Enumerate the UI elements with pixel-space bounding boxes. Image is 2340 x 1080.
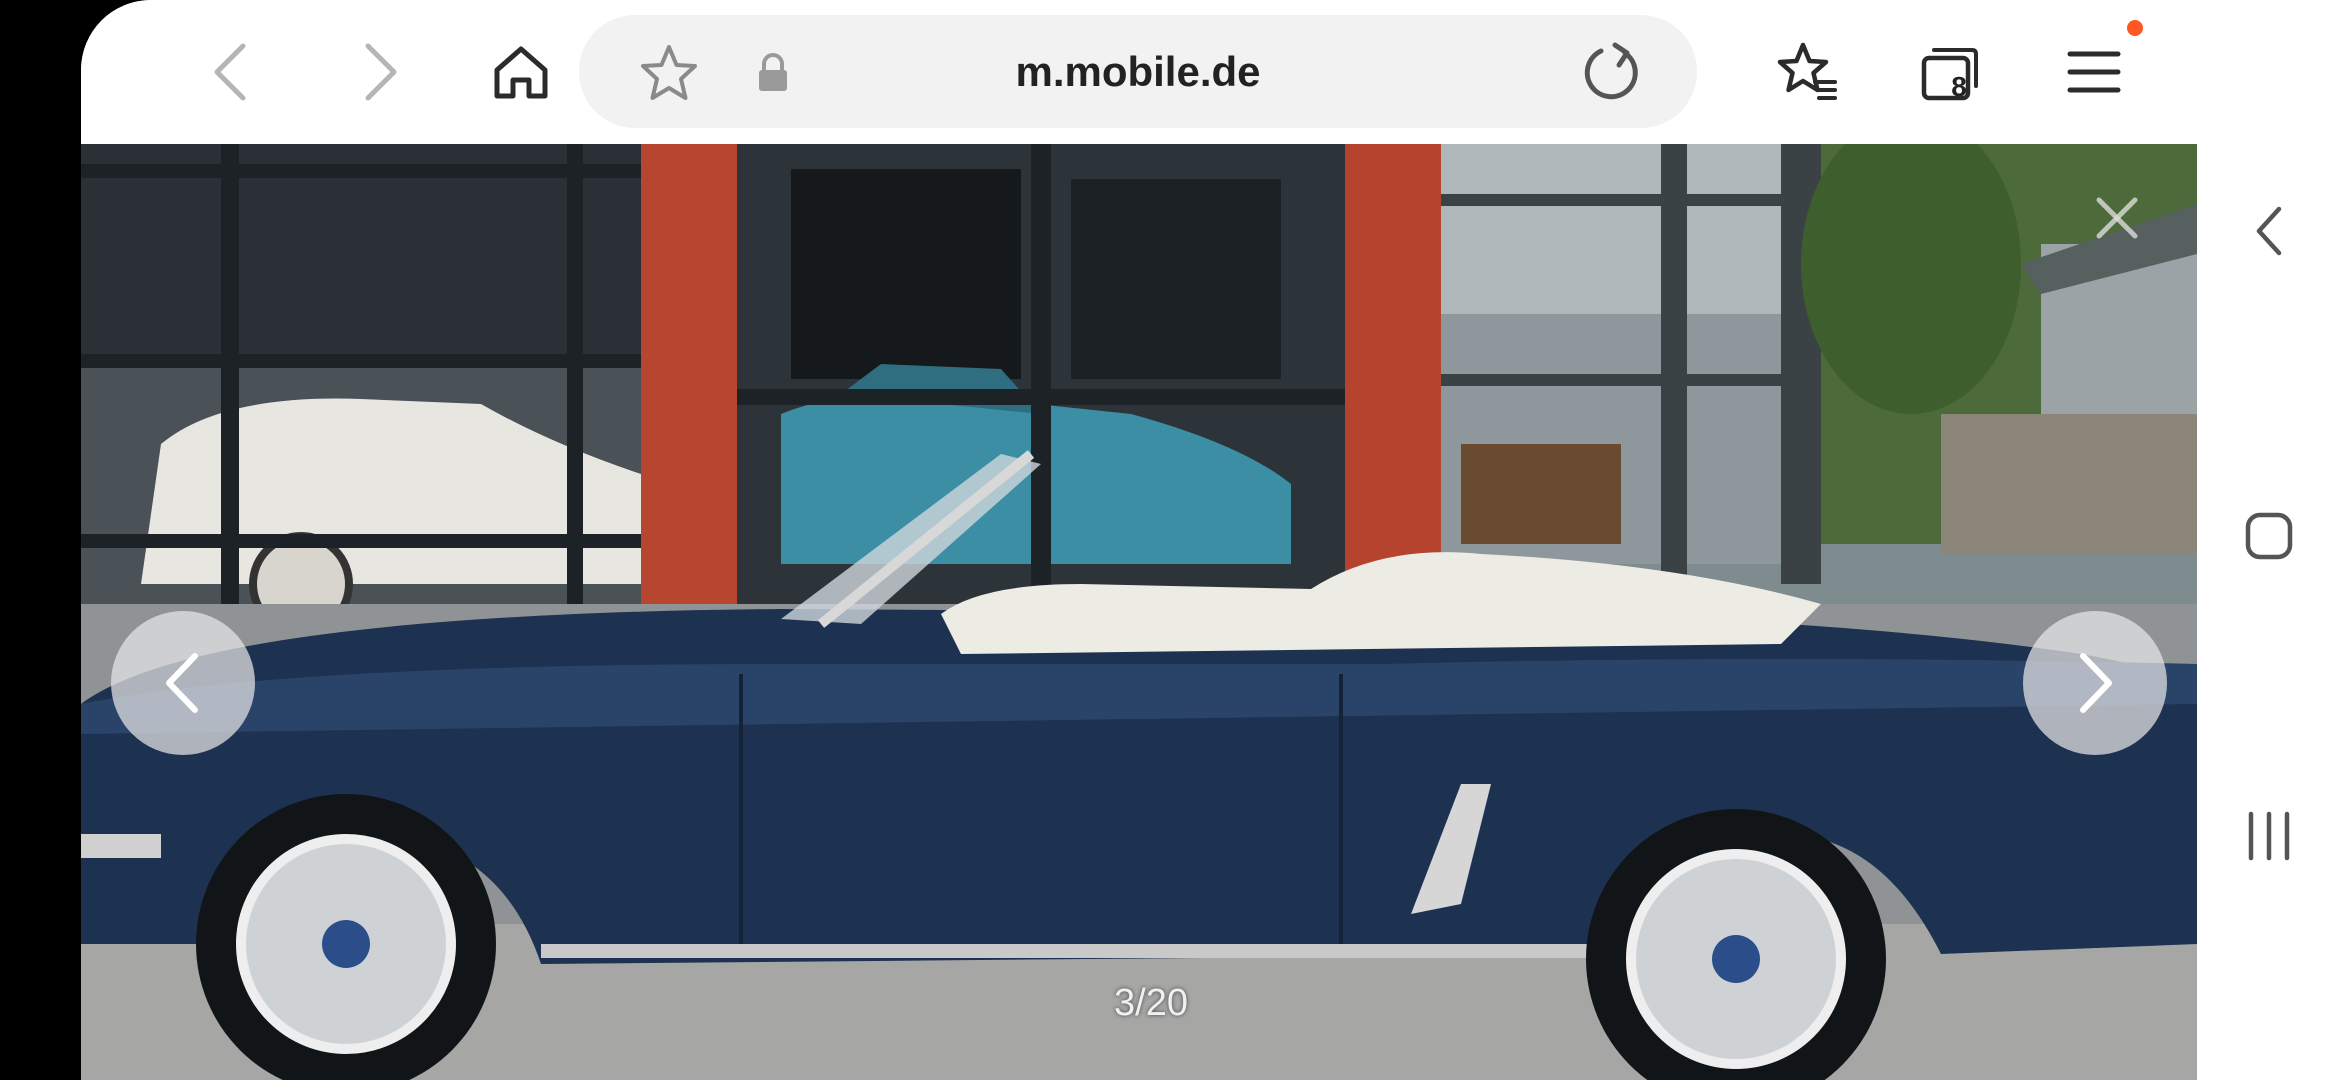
browser-toolbar: m.mobile.de 8 <box>81 0 2197 144</box>
home-square-icon <box>2245 512 2293 560</box>
image-gallery[interactable]: 3/20 <box>81 144 2197 1080</box>
gallery-prev-icon <box>166 653 198 713</box>
recents-icon <box>2248 811 2290 861</box>
gallery-next-button[interactable] <box>2023 611 2167 755</box>
reload-icon[interactable] <box>1579 39 1643 103</box>
close-gallery-button[interactable] <box>2087 188 2147 248</box>
back-button[interactable] <box>181 22 281 122</box>
notification-dot <box>2127 20 2143 36</box>
tab-count: 8 <box>1951 71 1967 102</box>
url-text: m.mobile.de <box>1015 48 1261 95</box>
system-nav-bar <box>2197 0 2340 1080</box>
menu-icon <box>2067 51 2121 93</box>
chevron-right-icon <box>365 43 397 101</box>
phone-screen: m.mobile.de 8 3/20 <box>0 0 2340 1080</box>
browser-window: m.mobile.de 8 3/20 <box>81 0 2197 1080</box>
tabs-button[interactable]: 8 <box>1900 22 2000 122</box>
chevron-left-icon <box>214 43 246 101</box>
lock-icon <box>759 53 787 91</box>
gallery-next-icon <box>2080 653 2112 713</box>
menu-button[interactable] <box>2044 22 2144 122</box>
image-counter: 3/20 <box>1114 982 1188 1024</box>
system-back-button[interactable] <box>2233 195 2305 267</box>
system-home-button[interactable] <box>2233 500 2305 572</box>
bookmark-star-icon[interactable] <box>639 43 699 103</box>
bookmarks-button[interactable] <box>1757 22 1857 122</box>
tabs-icon: 8 <box>1918 40 1982 104</box>
home-icon <box>494 46 548 99</box>
address-bar[interactable]: m.mobile.de <box>579 15 1697 128</box>
car-photo <box>81 144 2197 1080</box>
forward-button[interactable] <box>330 22 430 122</box>
close-icon <box>2096 197 2138 239</box>
back-icon <box>2256 206 2282 256</box>
gallery-prev-button[interactable] <box>111 611 255 755</box>
bookmarks-list-icon <box>1777 42 1837 100</box>
system-recents-button[interactable] <box>2233 800 2305 872</box>
home-button[interactable] <box>471 22 571 122</box>
